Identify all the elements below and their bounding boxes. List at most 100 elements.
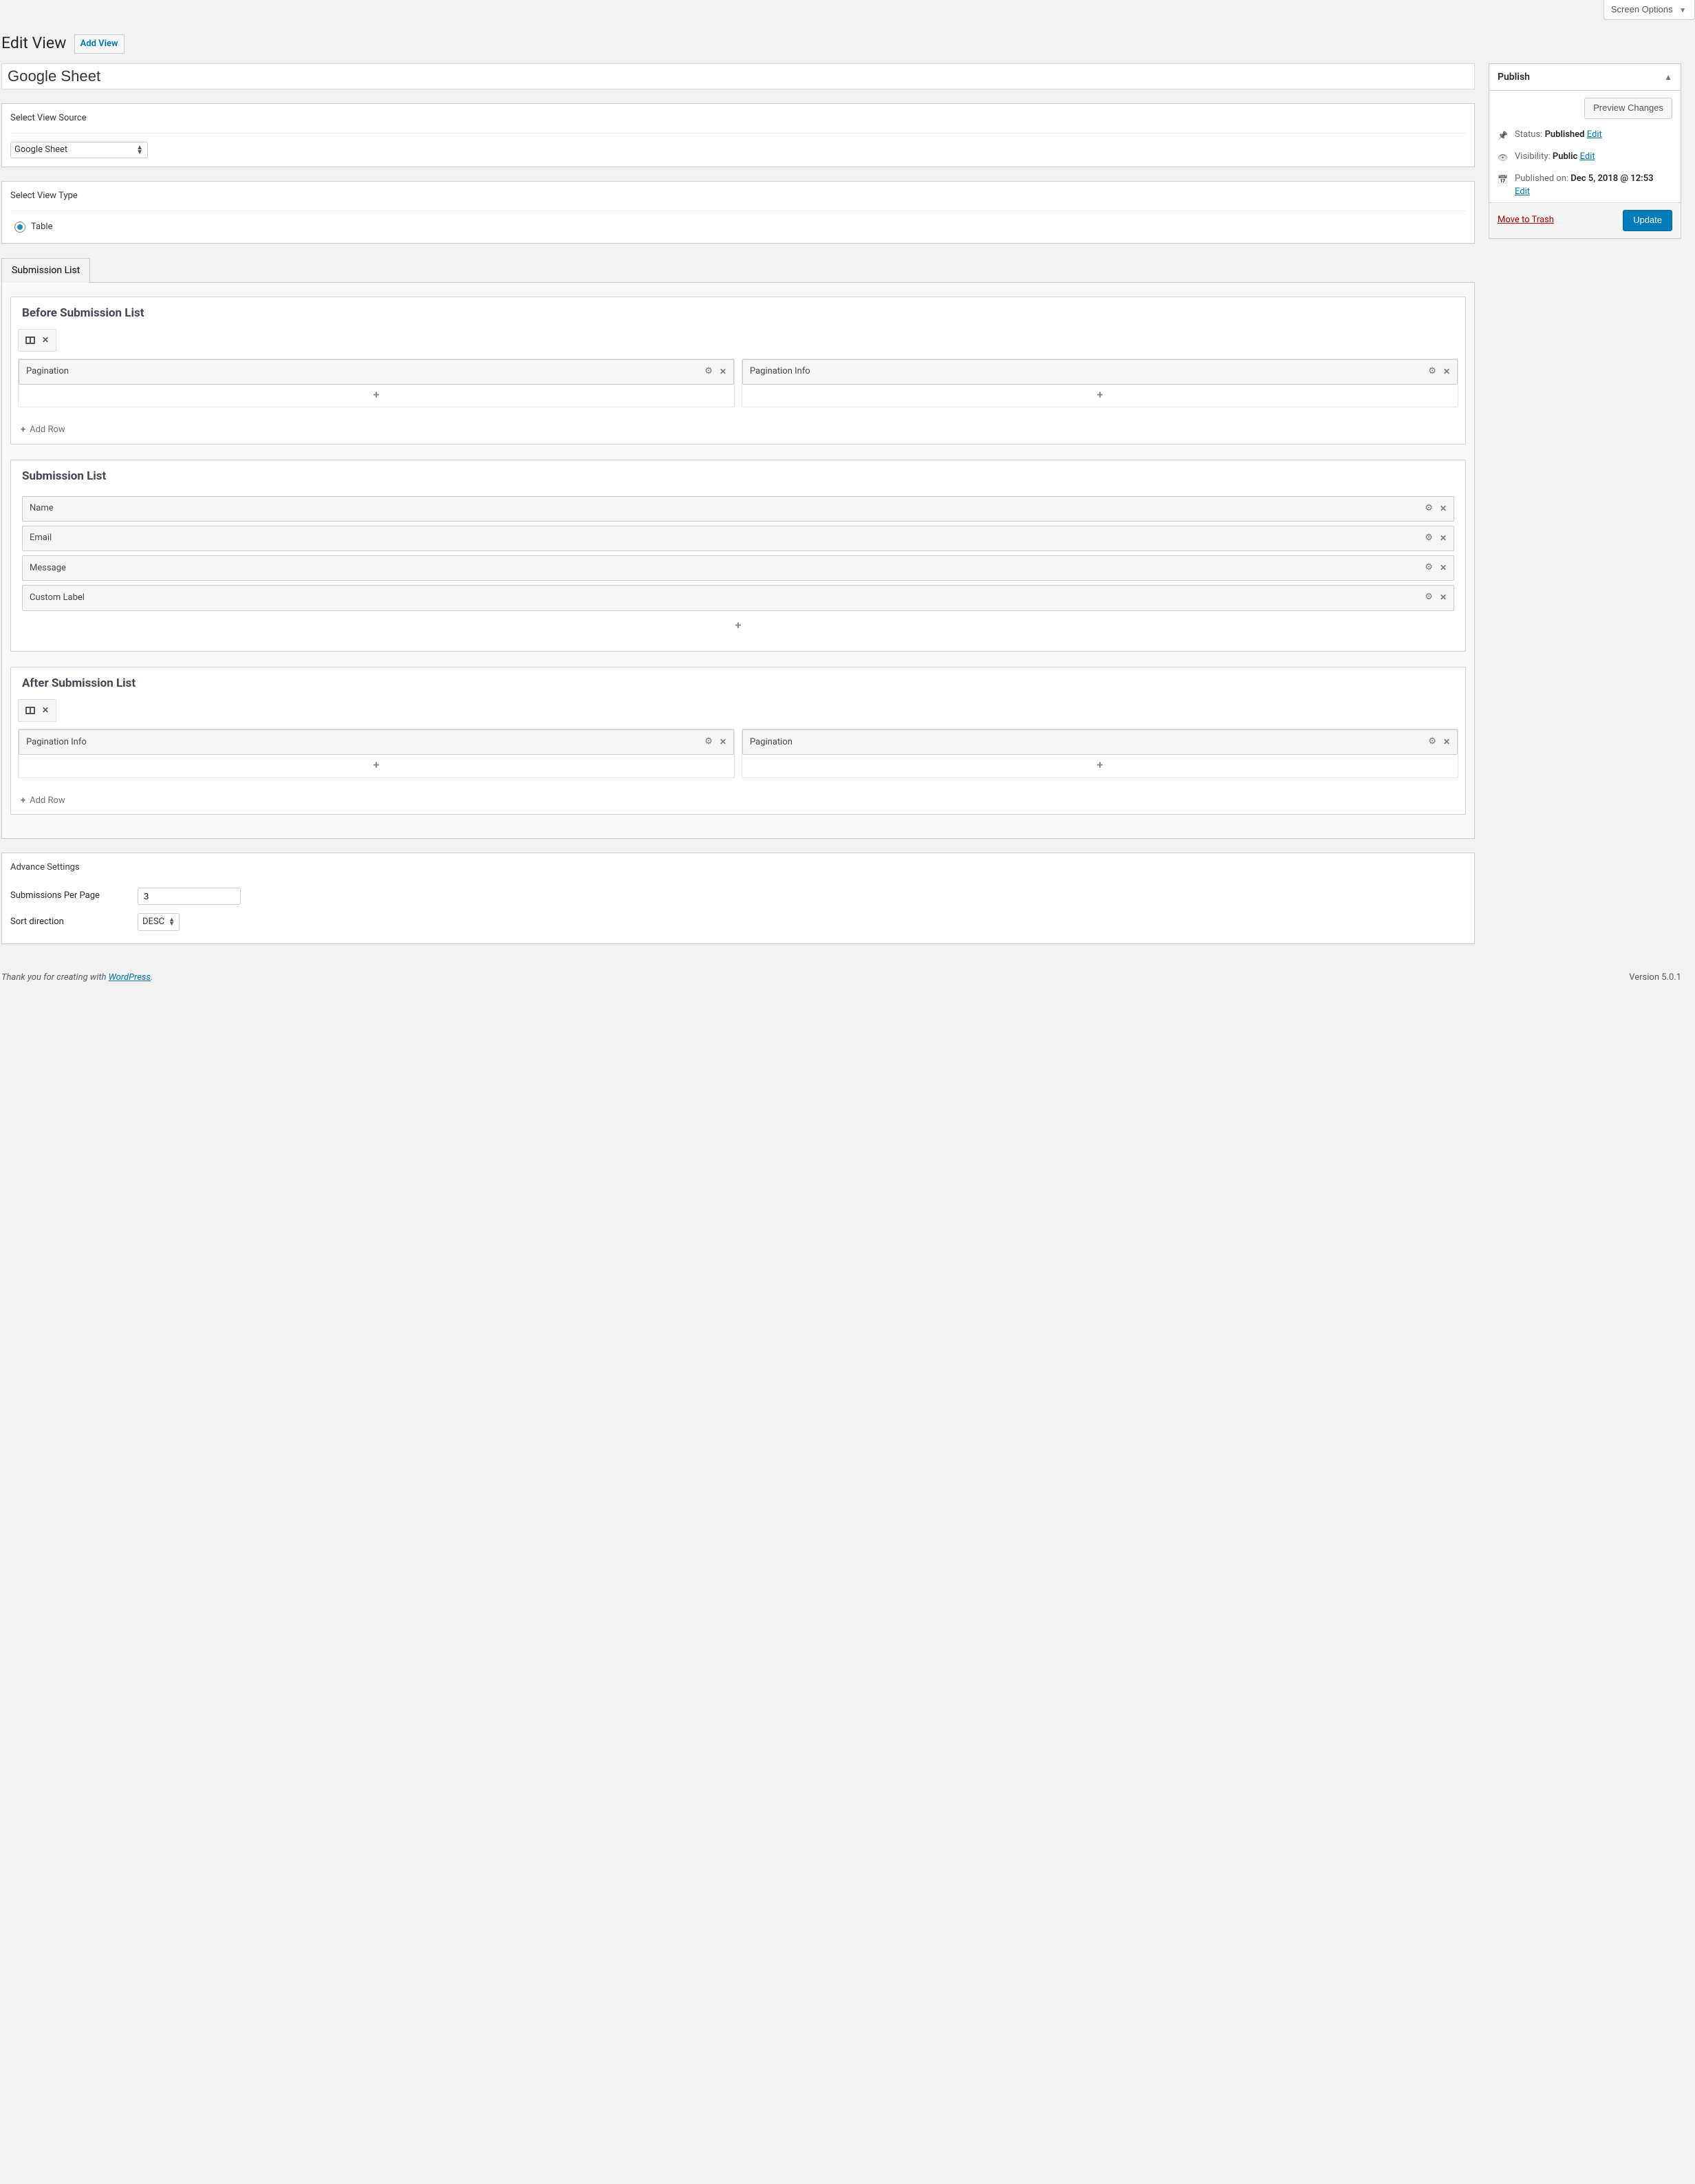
plus-icon: [374, 758, 380, 771]
after-submission-title: After Submission List: [11, 667, 1465, 699]
screen-options-label: Screen Options: [1611, 4, 1673, 14]
plus-icon: [21, 424, 25, 436]
after-submission-panel: After Submission List Pagination Info: [10, 667, 1466, 815]
close-icon[interactable]: [42, 704, 49, 717]
gear-icon[interactable]: [1425, 561, 1433, 575]
add-widget-button[interactable]: [742, 385, 1458, 407]
sort-direction-select[interactable]: DESC ▲▼: [138, 913, 180, 931]
add-row-button[interactable]: Add Row: [11, 788, 75, 814]
calendar-icon: [1498, 173, 1509, 186]
plus-icon: [374, 388, 380, 401]
plus-icon: [1097, 758, 1103, 771]
field-custom-label[interactable]: Custom Label: [22, 585, 1454, 610]
view-type-heading: Select View Type: [10, 190, 1466, 202]
screen-options-button[interactable]: Screen Options ▼: [1604, 0, 1695, 20]
close-icon[interactable]: [1440, 532, 1447, 545]
sort-direction-value: DESC: [142, 916, 164, 928]
builder-tabs: Submission List: [1, 257, 1475, 282]
preview-changes-button[interactable]: Preview Changes: [1584, 98, 1672, 119]
add-row-label: Add Row: [30, 795, 65, 807]
add-field-button[interactable]: [22, 615, 1454, 637]
gear-icon[interactable]: [1425, 532, 1433, 545]
gear-icon[interactable]: [1425, 502, 1433, 515]
submission-list-title: Submission List: [11, 460, 1465, 492]
submission-list-panel: Submission List Name: [10, 460, 1466, 652]
tab-submission-list[interactable]: Submission List: [1, 258, 90, 282]
update-button[interactable]: Update: [1623, 210, 1672, 231]
publish-box: Publish ▲ Preview Changes Status: Publis…: [1489, 63, 1681, 239]
view-source-select[interactable]: Google Sheet ▲▼: [10, 142, 148, 158]
columns-icon: [25, 336, 35, 344]
widget-label: Pagination Info: [26, 736, 87, 749]
columns-icon: [25, 707, 35, 714]
close-icon[interactable]: [1443, 365, 1450, 378]
add-row-label: Add Row: [30, 424, 65, 436]
advance-settings-box: Advance Settings Submissions Per Page So…: [1, 853, 1475, 944]
add-widget-button[interactable]: [742, 755, 1458, 777]
chevron-up-icon[interactable]: ▲: [1664, 71, 1672, 83]
widget-label: Name: [30, 502, 54, 515]
before-submission-panel: Before Submission List Pagination: [10, 297, 1466, 445]
add-view-button[interactable]: Add View: [74, 34, 125, 54]
field-name[interactable]: Name: [22, 496, 1454, 522]
status-value: Published: [1545, 129, 1585, 140]
close-icon[interactable]: [1443, 736, 1450, 749]
row-handle[interactable]: [18, 329, 56, 352]
footer-thanks: Thank you for creating with WordPress.: [1, 972, 153, 984]
widget-label: Custom Label: [30, 592, 85, 604]
widget-label: Email: [30, 532, 52, 544]
advance-settings-heading: Advance Settings: [10, 861, 1466, 874]
close-icon[interactable]: [1440, 591, 1447, 604]
view-source-heading: Select View Source: [10, 112, 1466, 125]
select-arrows-icon: ▲▼: [169, 918, 175, 926]
view-title-input[interactable]: [1, 63, 1475, 89]
plus-icon: [735, 619, 742, 632]
edit-visibility-link[interactable]: Edit: [1580, 151, 1595, 162]
sort-direction-label: Sort direction: [10, 916, 124, 928]
per-page-label: Submissions Per Page: [10, 890, 124, 902]
widget-pagination[interactable]: Pagination: [19, 359, 734, 385]
visibility-value: Public: [1553, 151, 1577, 162]
gear-icon[interactable]: [1425, 591, 1433, 604]
widget-label: Message: [30, 562, 66, 575]
select-arrows-icon: ▲▼: [136, 145, 143, 155]
close-icon[interactable]: [720, 736, 726, 749]
widget-pagination-info[interactable]: Pagination Info: [19, 729, 734, 755]
plus-icon: [21, 795, 25, 807]
status-label: Status:: [1515, 129, 1542, 140]
widget-pagination[interactable]: Pagination: [742, 729, 1458, 755]
plus-icon: [1097, 388, 1103, 401]
gear-icon[interactable]: [704, 365, 713, 378]
visibility-label: Visibility:: [1515, 151, 1551, 162]
gear-icon[interactable]: [704, 736, 713, 749]
add-widget-button[interactable]: [19, 385, 734, 407]
row-handle[interactable]: [18, 699, 56, 722]
widget-label: Pagination: [26, 365, 69, 378]
view-source-box: Select View Source Google Sheet ▲▼: [1, 103, 1475, 167]
field-message[interactable]: Message: [22, 555, 1454, 581]
view-type-label: Table: [31, 221, 52, 233]
close-icon[interactable]: [1440, 502, 1447, 515]
move-to-trash-link[interactable]: Move to Trash: [1498, 214, 1554, 226]
close-icon[interactable]: [720, 365, 726, 378]
edit-date-link[interactable]: Edit: [1515, 186, 1530, 197]
pin-icon: [1498, 129, 1509, 142]
widget-pagination-info[interactable]: Pagination Info: [742, 359, 1458, 385]
add-row-button[interactable]: Add Row: [11, 417, 75, 443]
per-page-input[interactable]: [138, 888, 241, 905]
gear-icon[interactable]: [1428, 365, 1436, 378]
view-type-box: Select View Type Table: [1, 181, 1475, 244]
publish-heading: Publish: [1498, 71, 1530, 83]
gear-icon[interactable]: [1428, 736, 1436, 749]
radio-checked-icon: [14, 222, 25, 233]
widget-label: Pagination Info: [750, 365, 810, 378]
view-type-radio-table[interactable]: Table: [10, 220, 1466, 235]
close-icon[interactable]: [1440, 561, 1447, 575]
field-email[interactable]: Email: [22, 526, 1454, 551]
add-widget-button[interactable]: [19, 755, 734, 777]
close-icon[interactable]: [42, 334, 49, 347]
edit-status-link[interactable]: Edit: [1587, 129, 1602, 140]
chevron-down-icon: ▼: [1679, 7, 1686, 14]
widget-label: Pagination: [750, 736, 792, 749]
wordpress-link[interactable]: WordPress: [109, 972, 151, 983]
